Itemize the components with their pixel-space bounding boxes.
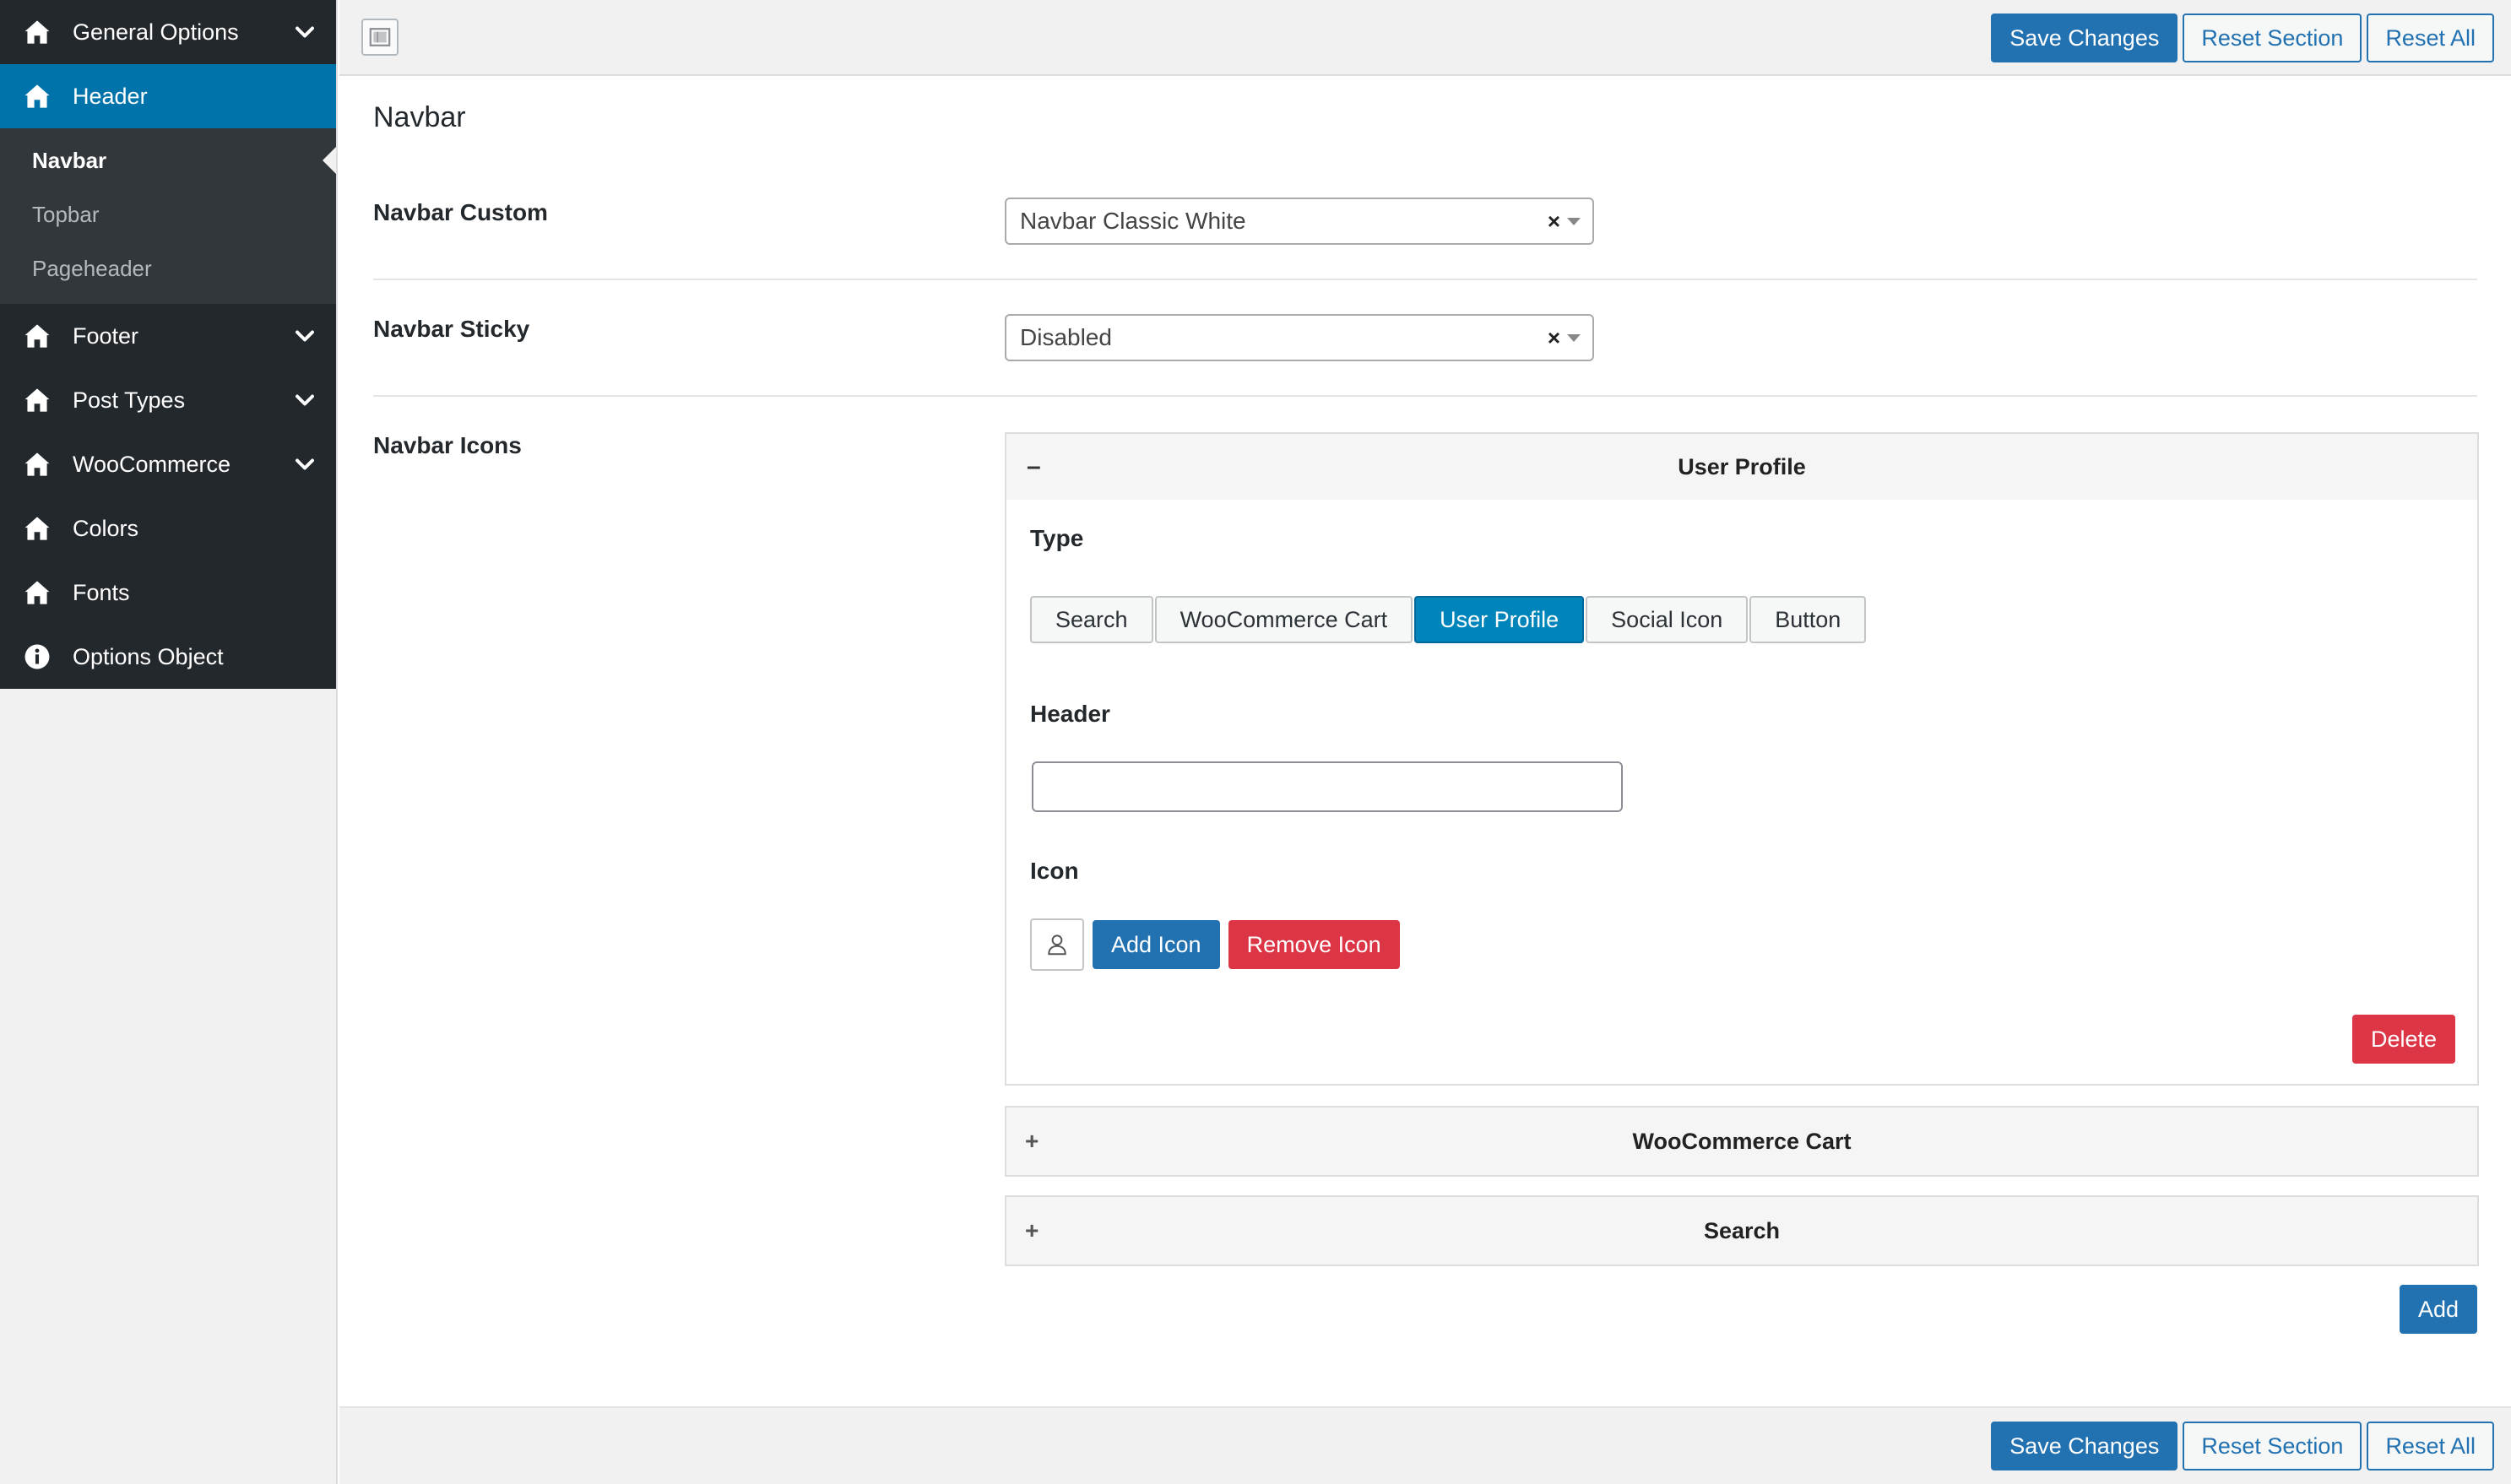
repeater-item-user-profile: – User Profile Type Search WooCommerce C…: [1005, 432, 2479, 1086]
submenu-item-label: Pageheader: [32, 255, 152, 281]
type-option-social-icon[interactable]: Social Icon: [1586, 596, 1749, 643]
top-action-bar: Save Changes Reset Section Reset All: [339, 0, 2511, 76]
repeater-item-title: WooCommerce Cart: [1632, 1128, 1852, 1154]
home-icon: [22, 385, 52, 415]
sidebar-item-post-types[interactable]: Post Types: [0, 368, 336, 432]
save-changes-button[interactable]: Save Changes: [1991, 14, 2178, 62]
repeater-item-search[interactable]: + Search: [1005, 1195, 2479, 1266]
home-icon: [22, 81, 52, 111]
home-icon: [22, 449, 52, 479]
expand-toggle[interactable]: +: [1025, 1126, 1039, 1156]
collapse-toggle[interactable]: –: [1027, 452, 1041, 482]
repeater-item-woocommerce-cart[interactable]: + WooCommerce Cart: [1005, 1106, 2479, 1177]
submenu-item-topbar[interactable]: Topbar: [0, 187, 336, 241]
bottom-actions: Save Changes Reset Section Reset All: [1991, 1422, 2494, 1470]
home-icon: [22, 577, 52, 608]
icon-preview: [1030, 918, 1084, 971]
sidebar-item-label: Footer: [73, 322, 139, 349]
remove-icon-button[interactable]: Remove Icon: [1228, 920, 1400, 969]
user-icon: [1048, 934, 1066, 956]
submenu-item-navbar[interactable]: Navbar: [0, 133, 336, 187]
dropdown-arrow-icon[interactable]: [1567, 218, 1581, 225]
home-icon: [22, 513, 52, 544]
sidebar-item-fonts[interactable]: Fonts: [0, 561, 336, 625]
chevron-down-icon[interactable]: [292, 387, 317, 413]
sidebar-item-label: General Options: [73, 19, 239, 45]
type-label: Type: [1030, 525, 1084, 551]
add-icon-button[interactable]: Add Icon: [1093, 920, 1220, 969]
home-icon: [22, 321, 52, 351]
type-option-user-profile[interactable]: User Profile: [1414, 596, 1585, 643]
sidebar-item-options-object[interactable]: Options Object: [0, 625, 336, 689]
sidebar-item-colors[interactable]: Colors: [0, 496, 336, 561]
submenu-item-pageheader[interactable]: Pageheader: [0, 241, 336, 295]
delete-item-button[interactable]: Delete: [2351, 1015, 2455, 1064]
chevron-down-icon[interactable]: [292, 452, 317, 477]
navbar-custom-select[interactable]: Navbar Classic White ×: [1005, 198, 1594, 245]
sidebar-item-label: Header: [73, 83, 148, 109]
expand-toggle[interactable]: +: [1025, 1216, 1039, 1246]
chevron-down-icon[interactable]: [292, 323, 317, 349]
navbar-sticky-label: Navbar Sticky: [373, 316, 530, 342]
bottom-action-bar: Save Changes Reset Section Reset All: [339, 1406, 2511, 1484]
sidebar-item-footer[interactable]: Footer: [0, 304, 336, 368]
sidebar-item-label: Options Object: [73, 643, 224, 669]
field-divider: [373, 279, 2477, 280]
repeater-item-title: User Profile: [1678, 453, 1806, 479]
current-indicator-arrow: [323, 147, 336, 174]
header-submenu: Navbar Topbar Pageheader: [0, 128, 336, 304]
clear-selection-icon[interactable]: ×: [1548, 209, 1560, 233]
reset-section-button[interactable]: Reset Section: [2183, 1422, 2362, 1470]
icon-picker-row: Add Icon Remove Icon: [1030, 918, 1400, 971]
type-option-button[interactable]: Button: [1749, 596, 1867, 643]
type-option-woocommerce-cart[interactable]: WooCommerce Cart: [1154, 596, 1413, 643]
repeater-item-header[interactable]: – User Profile: [1006, 434, 2477, 500]
clear-selection-icon[interactable]: ×: [1548, 326, 1560, 349]
submenu-item-label: Topbar: [32, 201, 100, 227]
reset-section-button[interactable]: Reset Section: [2183, 14, 2362, 62]
type-button-group: Search WooCommerce Cart User Profile Soc…: [1030, 596, 1867, 643]
reset-all-button[interactable]: Reset All: [2367, 1422, 2494, 1470]
sidebar-item-header[interactable]: Header: [0, 64, 336, 128]
sidebar-item-label: Fonts: [73, 579, 130, 605]
info-icon: [22, 642, 52, 672]
header-label: Header: [1030, 701, 1110, 727]
select-value: Disabled: [1020, 324, 1112, 350]
repeater-item-body: Type Search WooCommerce Cart User Profil…: [1006, 500, 2477, 1084]
options-panel: Navbar Navbar Custom Navbar Classic Whit…: [339, 76, 2511, 1406]
sidebar-item-label: Post Types: [73, 387, 186, 413]
reset-all-button[interactable]: Reset All: [2367, 14, 2494, 62]
select-value: Navbar Classic White: [1020, 208, 1246, 234]
type-option-search[interactable]: Search: [1030, 596, 1153, 643]
layout-toggle-button[interactable]: [361, 19, 399, 56]
icon-label: Icon: [1030, 858, 1079, 884]
sidebar-item-label: Colors: [73, 515, 139, 541]
sidebar-menu: General Options Header Navbar Topbar Pag…: [0, 0, 336, 689]
navbar-sticky-select[interactable]: Disabled ×: [1005, 314, 1594, 361]
save-changes-button[interactable]: Save Changes: [1991, 1422, 2178, 1470]
layout-icon: [369, 28, 391, 46]
sidebar-item-woocommerce[interactable]: WooCommerce: [0, 432, 336, 496]
navbar-icons-label: Navbar Icons: [373, 432, 522, 458]
submenu-item-label: Navbar: [32, 147, 107, 173]
sidebar-item-label: WooCommerce: [73, 451, 231, 477]
navbar-custom-label: Navbar Custom: [373, 199, 548, 225]
dropdown-arrow-icon[interactable]: [1567, 334, 1581, 342]
home-icon: [22, 17, 52, 47]
sidebar-item-general-options[interactable]: General Options: [0, 0, 336, 64]
header-input[interactable]: [1032, 761, 1623, 812]
repeater-item-title: Search: [1703, 1217, 1781, 1243]
add-item-button[interactable]: Add: [2399, 1285, 2477, 1334]
section-title: Navbar: [373, 101, 466, 133]
sidebar: General Options Header Navbar Topbar Pag…: [0, 0, 338, 1484]
top-actions: Save Changes Reset Section Reset All: [1991, 14, 2494, 62]
field-divider: [373, 395, 2477, 397]
chevron-down-icon[interactable]: [292, 19, 317, 45]
